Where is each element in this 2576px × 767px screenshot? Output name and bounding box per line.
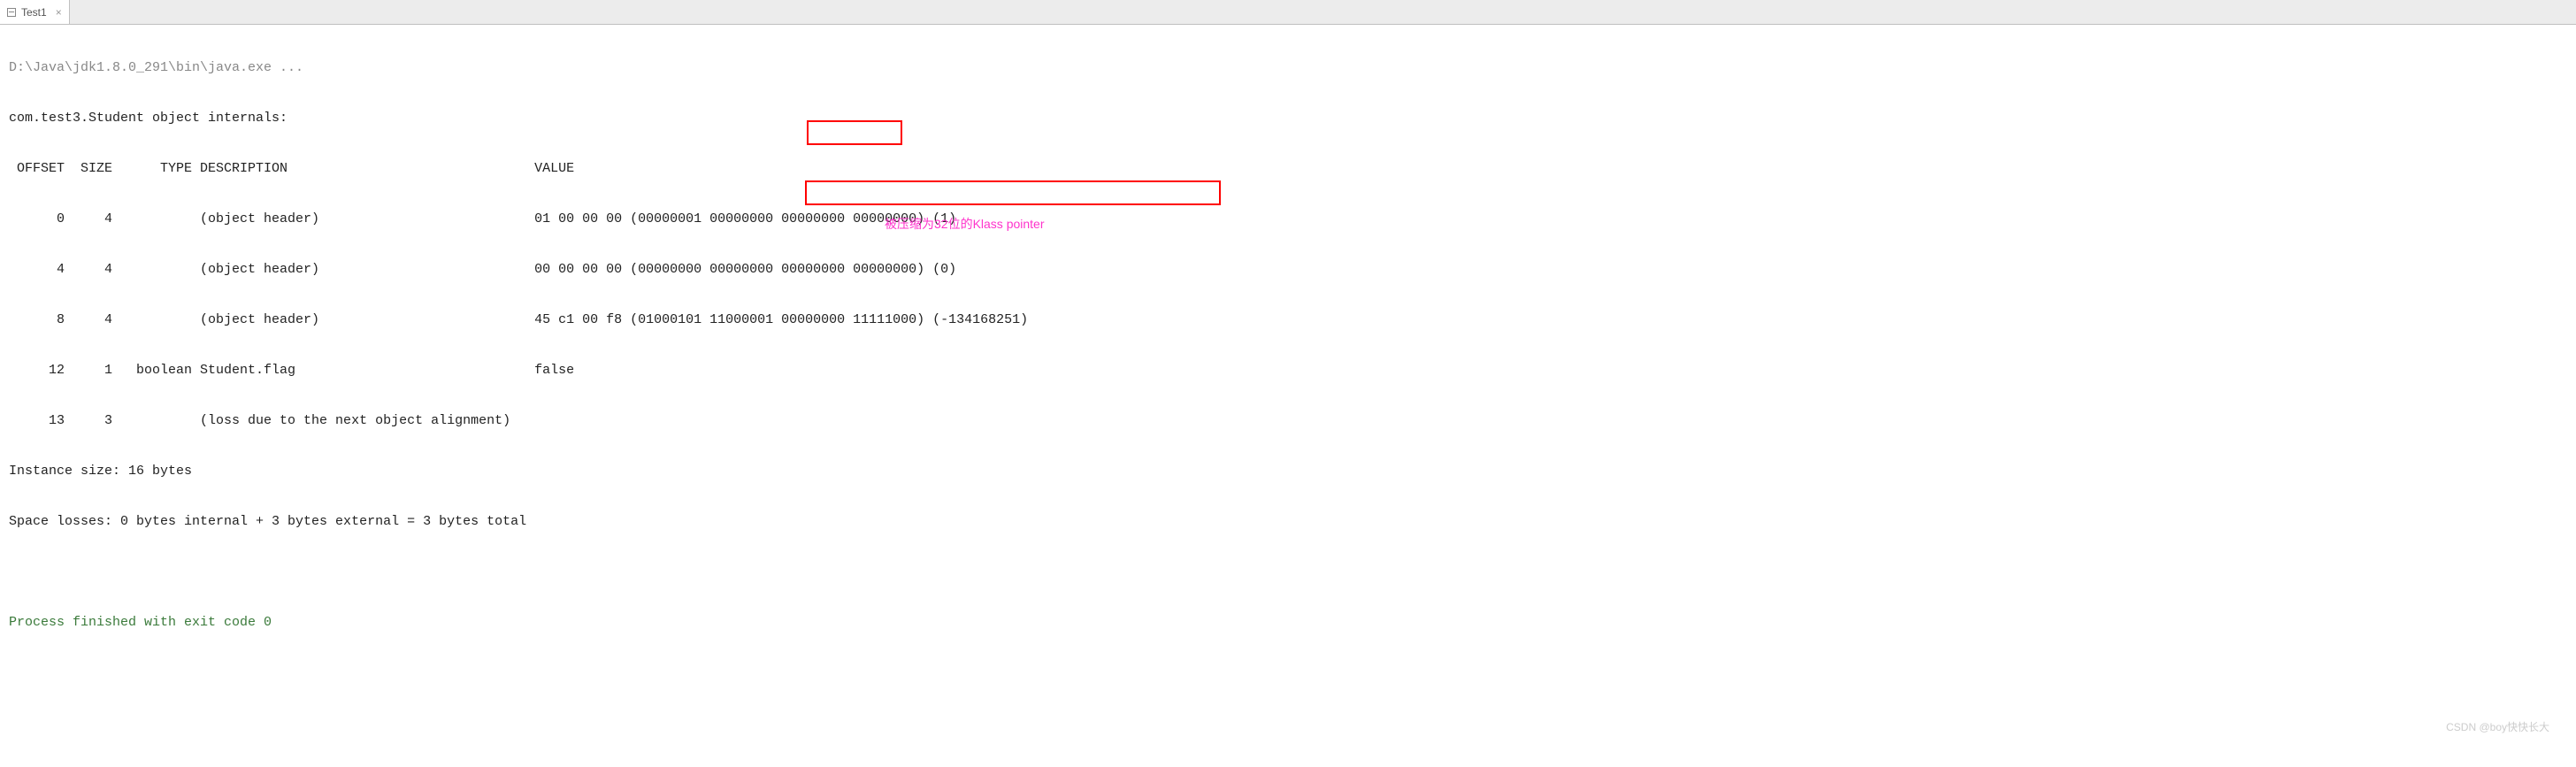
highlight-box-klass (805, 180, 1221, 205)
space-losses: Space losses: 0 bytes internal + 3 bytes… (9, 510, 2567, 535)
table-row: 13 3 (loss due to the next object alignm… (9, 409, 2567, 434)
console-icon (7, 8, 16, 17)
instance-size: Instance size: 16 bytes (9, 459, 2567, 485)
table-row: 8 4 (object header) 45 c1 00 f8 (0100010… (9, 308, 2567, 334)
tab-label: Test1 (21, 6, 47, 19)
exit-code: Process finished with exit code 0 (9, 610, 2567, 636)
annotation-klass-pointer: 被压缩为32位的Klass pointer (885, 212, 1045, 236)
exec-path: D:\Java\jdk1.8.0_291\bin\java.exe ... (9, 56, 2567, 81)
table-row: 0 4 (object header) 01 00 00 00 (0000000… (9, 207, 2567, 233)
console-output: D:\Java\jdk1.8.0_291\bin\java.exe ... co… (0, 25, 2576, 767)
close-icon[interactable]: × (56, 6, 62, 19)
tab-test1[interactable]: Test1 × (0, 0, 70, 24)
watermark: CSDN @boy快快长大 (2446, 719, 2549, 734)
object-header: com.test3.Student object internals: (9, 106, 2567, 132)
table-row: 12 1 boolean Student.flag false (9, 358, 2567, 384)
columns: OFFSET SIZE TYPE DESCRIPTION VALUE (9, 157, 2567, 182)
table-row: 4 4 (object header) 00 00 00 00 (0000000… (9, 257, 2567, 283)
tab-bar: Test1 × (0, 0, 2576, 25)
